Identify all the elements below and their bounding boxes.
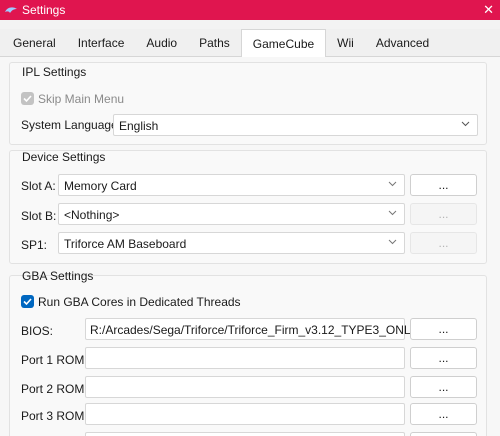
dolphin-app-icon <box>5 7 17 13</box>
ipl-settings-title: IPL Settings <box>22 65 87 79</box>
tab-paths[interactable]: Paths <box>188 29 241 57</box>
chevron-down-icon <box>388 181 397 187</box>
port-4-rom-browse-button-partial[interactable] <box>410 432 477 436</box>
bios-label: BIOS: <box>21 324 54 338</box>
slot-a-value: Memory Card <box>64 179 137 193</box>
tab-general[interactable]: General <box>0 29 67 57</box>
sp1-dropdown[interactable]: Triforce AM Baseboard <box>58 232 405 254</box>
dedicated-threads-label: Run GBA Cores in Dedicated Threads <box>38 295 241 309</box>
slot-a-browse-button[interactable]: ... <box>410 174 477 196</box>
tab-wii[interactable]: Wii <box>326 29 365 57</box>
tab-advanced[interactable]: Advanced <box>365 29 440 57</box>
checkmark-icon <box>23 95 32 103</box>
sp1-value: Triforce AM Baseboard <box>64 237 187 251</box>
port-3-rom-label: Port 3 ROM: <box>21 409 88 423</box>
title-bar: Settings ✕ <box>0 0 500 20</box>
dedicated-threads-checkbox[interactable] <box>21 295 34 308</box>
port-1-rom-field[interactable] <box>85 347 405 369</box>
close-icon[interactable]: ✕ <box>483 2 494 18</box>
port-1-rom-label: Port 1 ROM: <box>21 353 88 367</box>
window-title: Settings <box>22 3 66 17</box>
chevron-down-icon <box>461 121 470 127</box>
port-2-rom-browse-button[interactable]: ... <box>410 376 477 398</box>
system-language-value: English <box>119 119 159 133</box>
slot-b-browse-button[interactable]: ... <box>410 203 477 225</box>
device-settings-title: Device Settings <box>22 150 106 164</box>
bios-path-value: R:/Arcades/Sega/Triforce/Triforce_Firm_v… <box>90 323 440 337</box>
sp1-label: SP1: <box>21 238 48 252</box>
slot-a-label: Slot A: <box>21 179 56 193</box>
skip-main-menu-label: Skip Main Menu <box>38 92 125 106</box>
checkmark-icon <box>23 298 32 306</box>
system-language-dropdown[interactable]: English <box>113 114 478 136</box>
slot-a-dropdown[interactable]: Memory Card <box>58 174 405 196</box>
gba-settings-title: GBA Settings <box>22 269 94 283</box>
port-3-rom-field[interactable] <box>85 403 405 425</box>
port-4-rom-field-partial[interactable] <box>85 432 405 436</box>
system-language-label: System Language: <box>21 118 122 132</box>
tab-bar: General Interface Audio Paths GameCube W… <box>0 29 500 58</box>
skip-main-menu-checkbox[interactable] <box>21 92 34 105</box>
bios-browse-button[interactable]: ... <box>410 318 477 340</box>
bios-path-field[interactable]: R:/Arcades/Sega/Triforce/Triforce_Firm_v… <box>85 318 439 340</box>
port-1-rom-browse-button[interactable]: ... <box>410 347 477 369</box>
tab-audio[interactable]: Audio <box>135 29 188 57</box>
slot-b-label: Slot B: <box>21 209 57 223</box>
port-2-rom-label: Port 2 ROM: <box>21 382 88 396</box>
gamecube-settings-panel: IPL Settings Skip Main Menu System Langu… <box>0 57 500 436</box>
chevron-down-icon <box>388 239 397 245</box>
tab-gamecube[interactable]: GameCube <box>240 29 327 58</box>
sp1-browse-button[interactable]: ... <box>410 232 477 254</box>
port-2-rom-field[interactable] <box>85 376 405 398</box>
slot-b-dropdown[interactable]: <Nothing> <box>58 203 405 225</box>
chevron-down-icon <box>388 210 397 216</box>
slot-b-value: <Nothing> <box>64 208 120 222</box>
tab-interface[interactable]: Interface <box>67 29 136 57</box>
port-3-rom-browse-button[interactable]: ... <box>410 403 477 425</box>
